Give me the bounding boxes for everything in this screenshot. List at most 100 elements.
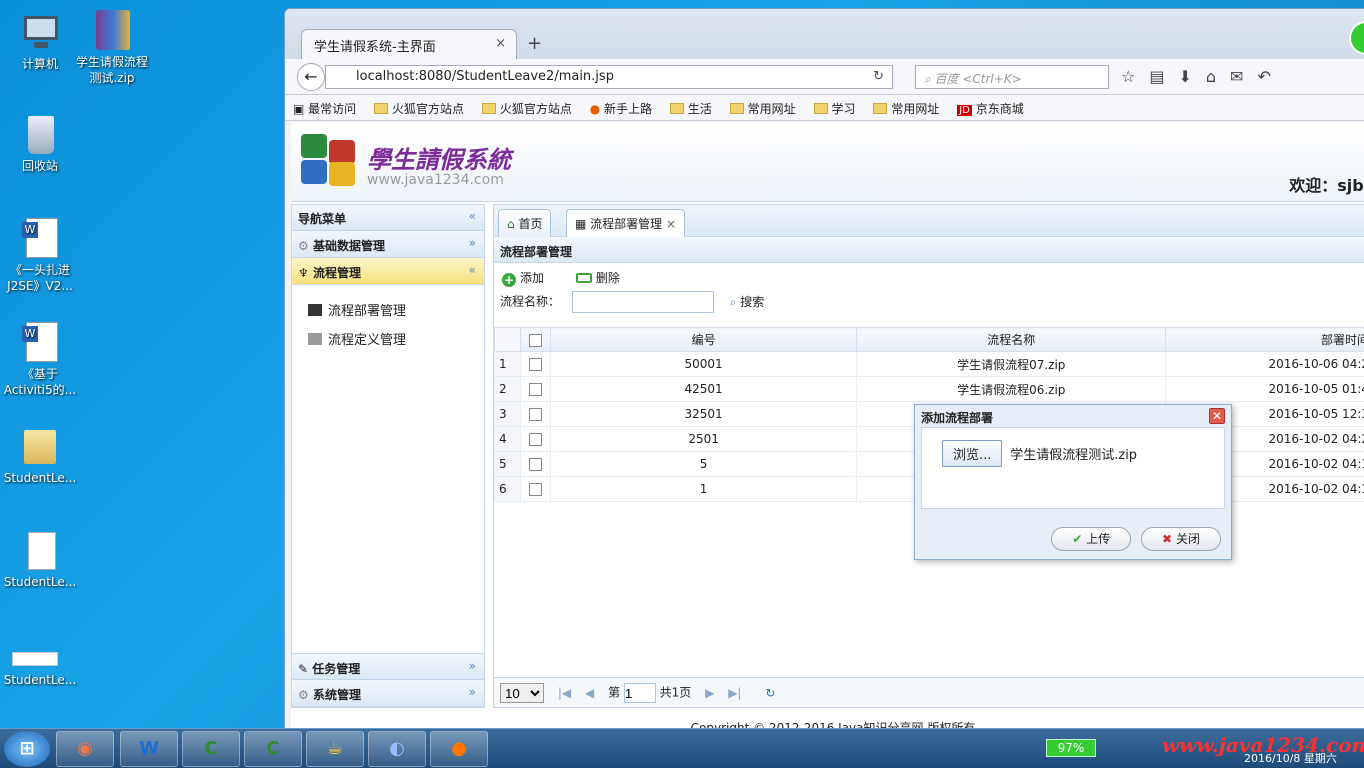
add-deploy-dialog: 添加流程部署 ✕ 浏览... 学生请假流程测试.zip ✔ 上传 ✖ 关闭 (914, 404, 1232, 560)
toolbar-icons: ☆▤⬇⌂✉↶ (1121, 67, 1285, 86)
first-page-icon[interactable]: |◀ (558, 686, 571, 700)
recycle-bin-icon (20, 112, 60, 156)
bookmark-common-2[interactable]: 常用网址 (873, 102, 939, 116)
back-button[interactable]: ← (297, 63, 325, 91)
col-time[interactable]: 部署时间 (1165, 327, 1364, 352)
desktop-icon-doc-1[interactable]: W 《一头扎进J2SE》V2... (0, 216, 80, 294)
expand-icon: » (468, 659, 476, 673)
row-checkbox[interactable] (519, 351, 551, 377)
taskbar-app-dolphin[interactable]: ◐ (368, 731, 426, 767)
taskbar-app-firefox[interactable]: ● (430, 731, 488, 767)
download-icon[interactable]: ⬇ (1178, 67, 1205, 86)
reading-list-icon[interactable]: ▤ (1149, 67, 1178, 86)
collapse-sidebar-icon[interactable]: « (469, 209, 476, 223)
bookmark-getting-started[interactable]: ● 新手上路 (590, 102, 652, 116)
reload-icon[interactable]: ↻ (873, 69, 884, 84)
desktop-icon-recycle-bin[interactable]: 回收站 (0, 112, 80, 174)
cell-time: 2016-10-05 01:4 (1165, 376, 1364, 402)
table-row[interactable]: 2 42501 学生请假流程06.zip 2016-10-05 01:4 (494, 376, 1364, 402)
refresh-icon[interactable]: ↻ (765, 686, 775, 700)
new-tab-button[interactable]: + (527, 33, 542, 54)
sidebar-item-definition[interactable]: 流程定义管理 (292, 324, 484, 353)
row-checkbox[interactable] (519, 451, 551, 477)
search-box[interactable]: ⌕ 百度 <Ctrl+K> (915, 65, 1109, 89)
bookmark-icon: ▣ (293, 102, 309, 116)
sidebar-item-deploy[interactable]: 流程部署管理 (292, 295, 484, 324)
row-checkbox[interactable] (519, 426, 551, 452)
taskbar-app-1[interactable]: ◉ (56, 731, 114, 767)
search-placeholder: 百度 <Ctrl+K> (934, 72, 1022, 86)
chat-icon[interactable]: ✉ (1230, 67, 1257, 86)
bookmark-firefox-1[interactable]: 火狐官方站点 (374, 102, 464, 116)
magnifier-icon: ⌕ (729, 294, 737, 309)
cell-name: 学生请假流程07.zip (856, 351, 1167, 377)
col-name[interactable]: 流程名称 (856, 327, 1167, 352)
close-tab-icon[interactable]: × (666, 217, 676, 231)
browse-button[interactable]: 浏览... (942, 440, 1003, 467)
cell-time: 2016-10-06 04:2 (1165, 351, 1364, 377)
home-icon[interactable]: ⌂ (1206, 67, 1230, 86)
undo-icon[interactable]: ↶ (1257, 67, 1284, 86)
browser-tab[interactable]: 学生请假系统-主界面 × (301, 29, 517, 59)
prev-page-icon[interactable]: ◀ (585, 686, 594, 700)
sidebar-section-system[interactable]: ⚙ 系统管理 » (292, 680, 484, 707)
next-page-icon[interactable]: ▶ (705, 686, 714, 700)
profile-avatar[interactable] (1349, 21, 1364, 55)
tab-deploy[interactable]: ▦ 流程部署管理 × (566, 209, 686, 237)
edit-icon: ✎ (298, 662, 309, 676)
tab-home[interactable]: ⌂ 首页 (498, 209, 552, 237)
cell-id: 1 (549, 476, 858, 502)
sidebar-section-process[interactable]: ♆ 流程管理 « (292, 258, 484, 285)
checkbox-icon (528, 358, 542, 371)
page-total: 共1页 (659, 685, 692, 700)
table-row[interactable]: 1 50001 学生请假流程07.zip 2016-10-06 04:2 (494, 351, 1364, 377)
last-page-icon[interactable]: ▶| (728, 686, 741, 700)
desktop-icon-computer[interactable]: 计算机 (0, 10, 80, 72)
upload-button[interactable]: ✔ 上传 (1051, 527, 1132, 551)
bookmark-life[interactable]: 生活 (669, 102, 712, 116)
page-number-input[interactable] (623, 683, 656, 703)
taskbar-app-camtasia-2[interactable]: C (244, 731, 302, 767)
bookmark-common-1[interactable]: 常用网址 (729, 102, 796, 116)
search-button[interactable]: ⌕ 搜索 (730, 295, 765, 309)
bookmark-jd[interactable]: JD 京东商城 (957, 102, 1024, 116)
add-button[interactable]: + 添加 (502, 271, 558, 287)
taskbar-app-camtasia-1[interactable]: C (182, 731, 240, 767)
desktop-icon-folder[interactable]: StudentLe... (0, 424, 80, 486)
close-tab-icon[interactable]: × (495, 36, 506, 51)
sidebar-section-basic-data[interactable]: ⚙ 基础数据管理 » (292, 231, 484, 258)
bookmark-star-icon[interactable]: ☆ (1121, 67, 1149, 86)
settings-icon: ⚙ (298, 688, 309, 702)
folder-icon (374, 103, 388, 114)
sidebar-section-task[interactable]: ✎ 任务管理 » (292, 653, 484, 680)
desktop-icon-file[interactable]: StudentLe... (0, 528, 80, 590)
row-checkbox[interactable] (519, 476, 551, 502)
folder-icon (669, 103, 684, 114)
taskbar-app-javaee[interactable]: ☕ (306, 731, 364, 767)
desktop-icon-doc-2[interactable]: W 《基于Activiti5的... (0, 320, 80, 398)
desktop-icon-shortcut[interactable]: StudentLe... (0, 650, 80, 688)
bookmark-most-visited[interactable]: ▣ 最常访问 (293, 102, 356, 116)
col-id[interactable]: 编号 (549, 327, 858, 352)
close-button[interactable]: ✖ 关闭 (1141, 527, 1221, 551)
clock-date[interactable]: 2016/10/8 星期六 (1244, 750, 1337, 766)
row-checkbox[interactable] (519, 401, 551, 427)
dialog-close-icon[interactable]: ✕ (1209, 408, 1225, 424)
taskbar-app-wps[interactable]: W (120, 731, 178, 767)
desktop-icon-zip[interactable]: 学生请假流程测试.zip (72, 8, 152, 86)
page-size-select[interactable]: 10 (500, 683, 544, 703)
cell-id: 32501 (549, 401, 858, 427)
checkbox-icon (528, 333, 542, 347)
app-title: 學生請假系統 (367, 145, 511, 174)
address-bar[interactable]: localhost:8080/StudentLeave2/main.jsp ↻ (325, 65, 893, 89)
row-checkbox[interactable] (519, 376, 551, 402)
bookmark-firefox-2[interactable]: 火狐官方站点 (481, 102, 572, 116)
row-number: 6 (494, 476, 521, 502)
delete-button[interactable]: 删除 (575, 271, 634, 285)
start-button[interactable]: ⊞ (4, 731, 50, 767)
select-all-checkbox[interactable] (519, 327, 551, 352)
process-name-input[interactable] (571, 291, 714, 313)
battery-indicator[interactable]: 97% (1046, 739, 1096, 757)
bookmark-study[interactable]: 学习 (813, 102, 856, 116)
home-icon: ⌂ (507, 217, 515, 231)
